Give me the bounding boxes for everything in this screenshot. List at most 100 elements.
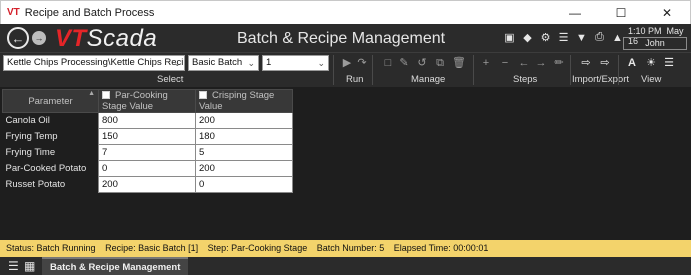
back-arrow-icon[interactable]: ← bbox=[7, 27, 29, 49]
move-right-icon[interactable]: → bbox=[535, 57, 547, 69]
minimize-button[interactable]: — bbox=[552, 1, 598, 25]
stage2-value-cell[interactable]: 0 bbox=[195, 176, 293, 193]
bottom-bar: ☰ ▦ Batch & Recipe Management bbox=[0, 257, 691, 275]
font-size-icon[interactable]: A bbox=[626, 57, 638, 69]
run-group-label: Run bbox=[346, 74, 364, 85]
recipe-select[interactable]: Basic Batch ⌄ bbox=[188, 55, 259, 71]
stage1-value-cell[interactable]: 200 bbox=[98, 176, 196, 193]
save-icon[interactable]: □ bbox=[382, 57, 394, 69]
toolbar: Kettle Chips Processing\Kettle Chips Rec… bbox=[0, 52, 691, 87]
recipe-book-value: Kettle Chips Processing\Kettle Chips Rec… bbox=[7, 57, 185, 68]
stage2-value-cell[interactable]: 200 bbox=[195, 112, 293, 129]
table-row: Par-Cooked Potato 0 200 bbox=[2, 160, 293, 177]
stage1-value-cell[interactable]: 7 bbox=[98, 144, 196, 161]
close-button[interactable]: ✕ bbox=[644, 1, 690, 25]
stage2-value-cell[interactable]: 5 bbox=[195, 144, 293, 161]
status-bar: Status: Batch Running Recipe: Basic Batc… bbox=[0, 240, 691, 257]
stage1-value-cell[interactable]: 0 bbox=[98, 160, 196, 177]
table-row: Russet Potato 200 0 bbox=[2, 176, 293, 193]
recipe-value: Basic Batch bbox=[192, 57, 243, 68]
import-icon[interactable]: ⇨ bbox=[580, 57, 592, 69]
batch-number-value: 1 bbox=[266, 57, 272, 68]
stage2-value-cell[interactable]: 200 bbox=[195, 160, 293, 177]
select-group-label: Select bbox=[157, 74, 184, 85]
move-left-icon[interactable]: ← bbox=[518, 57, 530, 69]
list-icon[interactable]: ☰ bbox=[557, 31, 570, 44]
window-titlebar: VT Recipe and Batch Process — ☐ ✕ bbox=[0, 0, 691, 24]
page-title: Batch & Recipe Management bbox=[237, 30, 446, 47]
table-header-row: Parameter ▲ Par-Cooking Stage Value Cris… bbox=[2, 89, 293, 113]
sort-up-icon: ▲ bbox=[88, 90, 95, 97]
tab-batch-recipe-management[interactable]: Batch & Recipe Management bbox=[42, 257, 189, 275]
edit-icon[interactable]: ✎ bbox=[398, 57, 410, 69]
delete-icon[interactable]: 🗑 bbox=[452, 57, 466, 69]
status-recipe: Recipe: Basic Batch [1] bbox=[105, 243, 199, 253]
divider bbox=[570, 55, 571, 85]
chevron-down-icon: ⌄ bbox=[247, 58, 255, 68]
steps-group-label: Steps bbox=[513, 74, 538, 85]
chevron-down-icon: ⌄ bbox=[173, 58, 181, 68]
batch-number-select[interactable]: 1 ⌄ bbox=[262, 55, 329, 71]
table-row: Frying Temp 150 180 bbox=[2, 128, 293, 145]
export-icon[interactable]: ⇨ bbox=[599, 57, 611, 69]
menu-icon[interactable]: ☰ bbox=[8, 259, 19, 273]
window-controls: — ☐ ✕ bbox=[552, 1, 690, 25]
app-logo: VT bbox=[7, 7, 20, 18]
stage2-value-cell[interactable]: 180 bbox=[195, 128, 293, 145]
column-header-stage2-label: Crisping Stage Value bbox=[199, 90, 275, 112]
maximize-button[interactable]: ☐ bbox=[598, 1, 644, 25]
edit-step-icon[interactable]: ✏ bbox=[553, 57, 565, 69]
user-name[interactable]: John bbox=[623, 37, 687, 50]
parameter-name: Canola Oil bbox=[2, 112, 99, 129]
remove-step-icon[interactable]: − bbox=[499, 57, 511, 69]
recipe-grid-area: Parameter ▲ Par-Cooking Stage Value Cris… bbox=[0, 87, 691, 240]
recipe-book-select[interactable]: Kettle Chips Processing\Kettle Chips Rec… bbox=[3, 55, 185, 71]
column-header-stage1-label: Par-Cooking Stage Value bbox=[102, 90, 168, 112]
import-export-group-label: Import/Export bbox=[572, 74, 630, 85]
view-group-label: View bbox=[641, 74, 662, 85]
forward-arrow-icon[interactable]: → bbox=[32, 31, 46, 45]
skip-icon[interactable]: ↷ bbox=[356, 57, 368, 69]
image-icon[interactable]: ▣ bbox=[503, 31, 516, 44]
gear-icon[interactable]: ⚙ bbox=[539, 31, 552, 44]
status-batch-number: Batch Number: 5 bbox=[316, 243, 385, 253]
column-header-stage1[interactable]: Par-Cooking Stage Value bbox=[98, 89, 196, 113]
tag-icon[interactable]: ◆ bbox=[521, 31, 534, 44]
play-icon[interactable]: ▶ bbox=[341, 57, 353, 69]
columns-icon[interactable]: ☰ bbox=[663, 57, 675, 69]
divider bbox=[372, 55, 373, 85]
filter-icon[interactable]: ▼ bbox=[575, 31, 588, 44]
table-row: Frying Time 7 5 bbox=[2, 144, 293, 161]
divider bbox=[618, 55, 619, 85]
brightness-icon[interactable]: ☀ bbox=[645, 57, 657, 69]
column-header-stage2[interactable]: Crisping Stage Value bbox=[195, 89, 293, 113]
parameter-name: Russet Potato bbox=[2, 176, 99, 193]
stage1-value-cell[interactable]: 800 bbox=[98, 112, 196, 129]
undo-icon[interactable]: ↺ bbox=[416, 57, 428, 69]
status-step: Step: Par-Cooking Stage bbox=[207, 243, 308, 253]
vtscada-logo: VTScada bbox=[55, 25, 157, 53]
column-header-parameter[interactable]: Parameter ▲ bbox=[2, 89, 99, 113]
divider bbox=[473, 55, 474, 85]
parameter-name: Frying Temp bbox=[2, 128, 99, 145]
stage1-value-cell[interactable]: 150 bbox=[98, 128, 196, 145]
recipe-parameter-table: Parameter ▲ Par-Cooking Stage Value Cris… bbox=[2, 89, 293, 193]
window-title: Recipe and Batch Process bbox=[24, 6, 155, 19]
table-row: Canola Oil 800 200 bbox=[2, 112, 293, 129]
stage1-checkbox[interactable] bbox=[102, 91, 110, 99]
column-header-parameter-label: Parameter bbox=[28, 95, 73, 107]
brand-scada: Scada bbox=[86, 25, 158, 52]
parameter-name: Frying Time bbox=[2, 144, 99, 161]
parameter-name: Par-Cooked Potato bbox=[2, 160, 99, 177]
app-header: ← → VTScada Batch & Recipe Management ▣ … bbox=[0, 24, 691, 52]
stage2-checkbox[interactable] bbox=[199, 91, 207, 99]
chevron-down-icon: ⌄ bbox=[317, 58, 325, 68]
clock-time: 1:10 PM bbox=[628, 26, 662, 36]
status-text: Status: Batch Running bbox=[6, 243, 96, 253]
grid-view-icon[interactable]: ▦ bbox=[24, 259, 35, 273]
copy-icon[interactable]: ⧉ bbox=[434, 57, 446, 69]
add-step-icon[interactable]: + bbox=[480, 57, 492, 69]
status-elapsed-time: Elapsed Time: 00:00:01 bbox=[393, 243, 489, 253]
header-icons: ▣ ◆ ⚙ ☰ ▼ ⎙ ▲ bbox=[503, 31, 624, 44]
print-icon[interactable]: ⎙ bbox=[593, 31, 606, 44]
